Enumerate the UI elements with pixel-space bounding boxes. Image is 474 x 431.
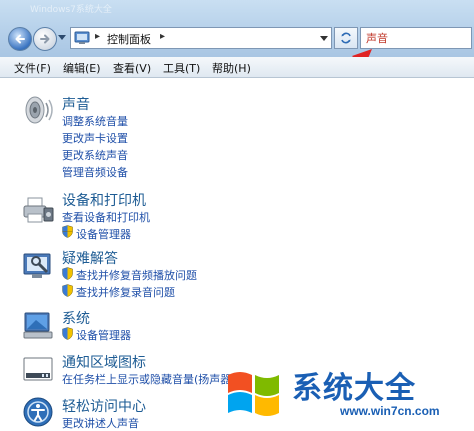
link-device-manager[interactable]: 设备管理器 — [76, 226, 131, 242]
group-title-devices-printers[interactable]: 设备和打印机 — [62, 190, 146, 210]
uac-shield-icon — [62, 225, 73, 238]
chevron-down-icon — [58, 35, 66, 40]
link-manage-audio-devices[interactable]: 管理音频设备 — [62, 164, 128, 180]
address-bar[interactable]: ▸ 控制面板 ▸ — [70, 27, 332, 49]
menu-file[interactable]: 文件(F) — [14, 60, 51, 76]
window-title: Windows7系统大全 — [30, 5, 112, 15]
group-title-notification-area[interactable]: 通知区域图标 — [62, 352, 146, 372]
link-device-manager-system[interactable]: 设备管理器 — [76, 327, 131, 343]
watermark-url: www.win7cn.com — [340, 404, 440, 418]
menu-view[interactable]: 查看(V) — [113, 60, 151, 76]
group-title-troubleshooting[interactable]: 疑难解答 — [62, 248, 118, 268]
forward-button[interactable] — [33, 27, 57, 51]
window-titlebar: Windows7系统大全 ▸ 控制面板 ▸ — [0, 0, 474, 57]
refresh-icon — [341, 32, 351, 44]
link-view-devices-printers[interactable]: 查看设备和打印机 — [62, 209, 150, 225]
control-panel-icon — [74, 31, 90, 44]
printer-icon[interactable] — [22, 194, 54, 226]
forward-arrow-icon — [40, 34, 50, 44]
watermark-title: 系统大全 — [292, 371, 416, 406]
link-change-narrator-voice[interactable]: 更改讲述人声音 — [62, 415, 139, 431]
ease-of-access-icon[interactable] — [22, 396, 54, 428]
uac-shield-icon — [62, 284, 73, 297]
link-fix-audio-playback[interactable]: 查找并修复音频播放问题 — [76, 267, 197, 283]
group-title-system[interactable]: 系统 — [62, 308, 90, 328]
uac-shield-icon — [62, 327, 73, 340]
link-fix-audio-recording[interactable]: 查找并修复录音问题 — [76, 284, 175, 300]
menu-edit[interactable]: 编辑(E) — [63, 60, 101, 76]
menu-bar: 文件(F) 编辑(E) 查看(V) 工具(T) 帮助(H) — [0, 57, 474, 78]
speaker-icon[interactable] — [22, 94, 54, 126]
link-adjust-volume[interactable]: 调整系统音量 — [62, 113, 128, 129]
back-arrow-icon — [15, 34, 25, 44]
menu-tools[interactable]: 工具(T) — [163, 60, 200, 76]
group-title-ease-of-access[interactable]: 轻松访问中心 — [62, 396, 146, 416]
system-icon[interactable] — [22, 310, 54, 342]
breadcrumb-separator[interactable]: ▸ — [95, 31, 100, 42]
address-dropdown-icon[interactable] — [320, 36, 328, 42]
breadcrumb-separator[interactable]: ▸ — [160, 31, 165, 42]
notification-area-icon[interactable] — [22, 354, 54, 386]
link-show-hide-volume-icon[interactable]: 在任务栏上显示或隐藏音量(扬声器 — [62, 371, 231, 387]
uac-shield-icon — [62, 267, 73, 280]
breadcrumb-control-panel[interactable]: 控制面板 — [107, 31, 151, 47]
menu-help[interactable]: 帮助(H) — [212, 60, 251, 76]
link-change-system-sounds[interactable]: 更改系统声音 — [62, 147, 128, 163]
windows-logo-icon — [228, 372, 279, 416]
group-title-sound[interactable]: 声音 — [62, 94, 90, 114]
site-watermark: 系统大全 www.win7cn.com — [222, 363, 474, 425]
troubleshoot-icon[interactable] — [22, 250, 54, 282]
link-change-sound-card[interactable]: 更改声卡设置 — [62, 130, 128, 146]
search-input[interactable] — [361, 28, 471, 48]
back-button[interactable] — [8, 27, 32, 51]
recent-pages-dropdown[interactable] — [58, 34, 66, 42]
